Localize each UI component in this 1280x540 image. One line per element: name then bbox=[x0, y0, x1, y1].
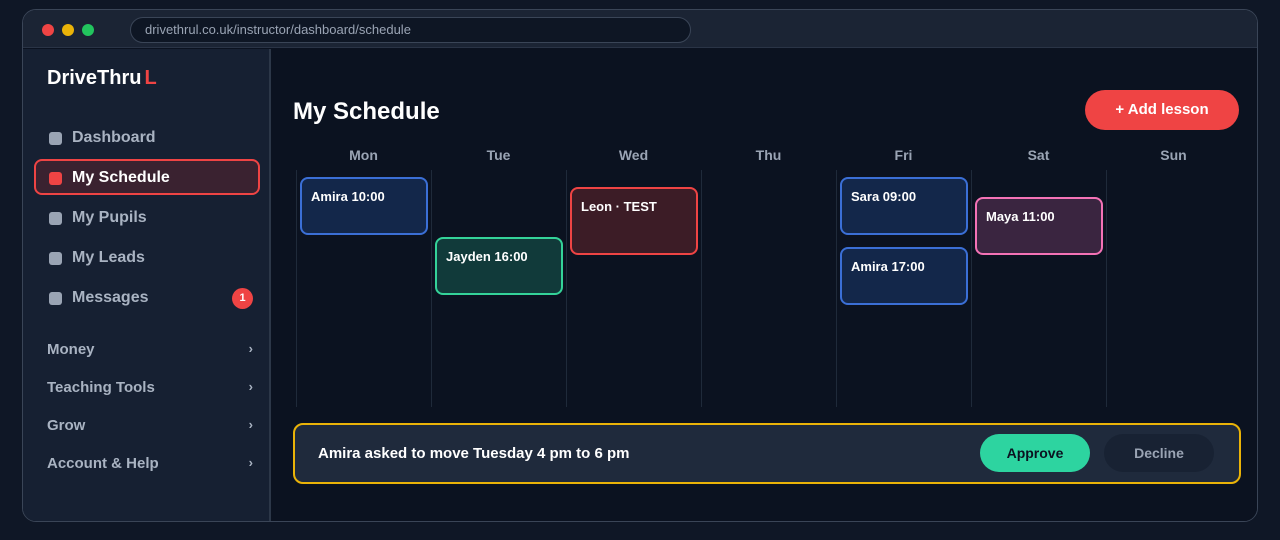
add-lesson-button[interactable]: + Add lesson bbox=[1085, 90, 1239, 130]
sidebar-item-dashboard[interactable]: Dashboard bbox=[34, 119, 260, 155]
address-bar[interactable]: drivethrul.co.uk/instructor/dashboard/sc… bbox=[130, 17, 691, 43]
lesson-card[interactable]: Leon · TEST bbox=[570, 187, 698, 255]
day-header-fri: Fri bbox=[894, 147, 913, 163]
day-header-thu: Thu bbox=[755, 147, 782, 163]
decline-button[interactable]: Decline bbox=[1104, 434, 1214, 472]
sidebar-group-label: Account & Help bbox=[47, 455, 159, 472]
lesson-card[interactable]: Jayden 16:00 bbox=[435, 237, 563, 295]
maximize-window-icon[interactable] bbox=[82, 24, 94, 36]
sidebar-group-grow[interactable]: Grow › bbox=[47, 417, 253, 441]
sidebar-item-my-pupils[interactable]: My Pupils bbox=[34, 199, 260, 235]
close-window-icon[interactable] bbox=[42, 24, 54, 36]
day-header-sat: Sat bbox=[1027, 147, 1050, 163]
sidebar-item-messages[interactable]: Messages 1 bbox=[34, 279, 260, 315]
day-column-divider bbox=[296, 170, 297, 407]
sidebar: DriveThru L Dashboard My Schedule My Pupi… bbox=[23, 49, 271, 521]
day-header-wed: Wed bbox=[618, 147, 649, 163]
lesson-card[interactable]: Amira 10:00 bbox=[300, 177, 428, 235]
pupils-icon bbox=[49, 212, 62, 225]
request-message: Amira asked to move Tuesday 4 pm to 6 pm bbox=[318, 445, 630, 462]
leads-icon bbox=[49, 252, 62, 265]
logo-accent: L bbox=[144, 67, 157, 89]
sidebar-item-label: Dashboard bbox=[72, 129, 156, 146]
page-title: My Schedule bbox=[293, 98, 440, 125]
browser-titlebar: drivethrul.co.uk/instructor/dashboard/sc… bbox=[23, 10, 1257, 48]
sidebar-item-label: Messages bbox=[72, 289, 149, 306]
approve-button[interactable]: Approve bbox=[980, 434, 1090, 472]
main-content: My Schedule + Add lesson Mon Tue Wed Thu… bbox=[273, 49, 1257, 521]
day-header-mon: Mon bbox=[349, 147, 378, 163]
sidebar-group-label: Grow bbox=[47, 417, 86, 434]
day-header-tue: Tue bbox=[486, 147, 511, 163]
day-column-divider bbox=[836, 170, 837, 407]
chevron-right-icon: › bbox=[248, 379, 253, 394]
day-header-sun: Sun bbox=[1160, 147, 1187, 163]
chevron-right-icon: › bbox=[248, 417, 253, 432]
sidebar-group-label: Teaching Tools bbox=[47, 379, 155, 396]
messages-icon bbox=[49, 292, 62, 305]
browser-window: drivethrul.co.uk/instructor/dashboard/sc… bbox=[22, 9, 1258, 522]
sidebar-item-label: My Schedule bbox=[72, 169, 170, 186]
lesson-card[interactable]: Sara 09:00 bbox=[840, 177, 968, 235]
sidebar-item-label: My Pupils bbox=[72, 209, 147, 226]
dashboard-icon bbox=[49, 132, 62, 145]
chevron-right-icon: › bbox=[248, 455, 253, 470]
unread-badge: 1 bbox=[232, 288, 253, 309]
sidebar-group-label: Money bbox=[47, 341, 95, 358]
sidebar-group-account-help[interactable]: Account & Help › bbox=[47, 455, 253, 479]
sidebar-item-my-leads[interactable]: My Leads bbox=[34, 239, 260, 275]
day-column-divider bbox=[431, 170, 432, 407]
sidebar-item-label: My Leads bbox=[72, 249, 145, 266]
day-column-divider bbox=[1106, 170, 1107, 407]
lesson-card[interactable]: Amira 17:00 bbox=[840, 247, 968, 305]
sidebar-item-my-schedule[interactable]: My Schedule bbox=[34, 159, 260, 195]
reschedule-request-banner: Amira asked to move Tuesday 4 pm to 6 pm… bbox=[293, 423, 1241, 484]
sidebar-group-teaching-tools[interactable]: Teaching Tools › bbox=[47, 379, 253, 403]
sidebar-group-money[interactable]: Money › bbox=[47, 341, 253, 365]
day-column-divider bbox=[566, 170, 567, 407]
chevron-right-icon: › bbox=[248, 341, 253, 356]
logo-text: DriveThru bbox=[47, 67, 142, 89]
day-column-divider bbox=[701, 170, 702, 407]
schedule-icon bbox=[49, 172, 62, 185]
lesson-card[interactable]: Maya 11:00 bbox=[975, 197, 1103, 255]
day-column-divider bbox=[971, 170, 972, 407]
minimize-window-icon[interactable] bbox=[62, 24, 74, 36]
logo[interactable]: DriveThru L bbox=[47, 67, 157, 90]
